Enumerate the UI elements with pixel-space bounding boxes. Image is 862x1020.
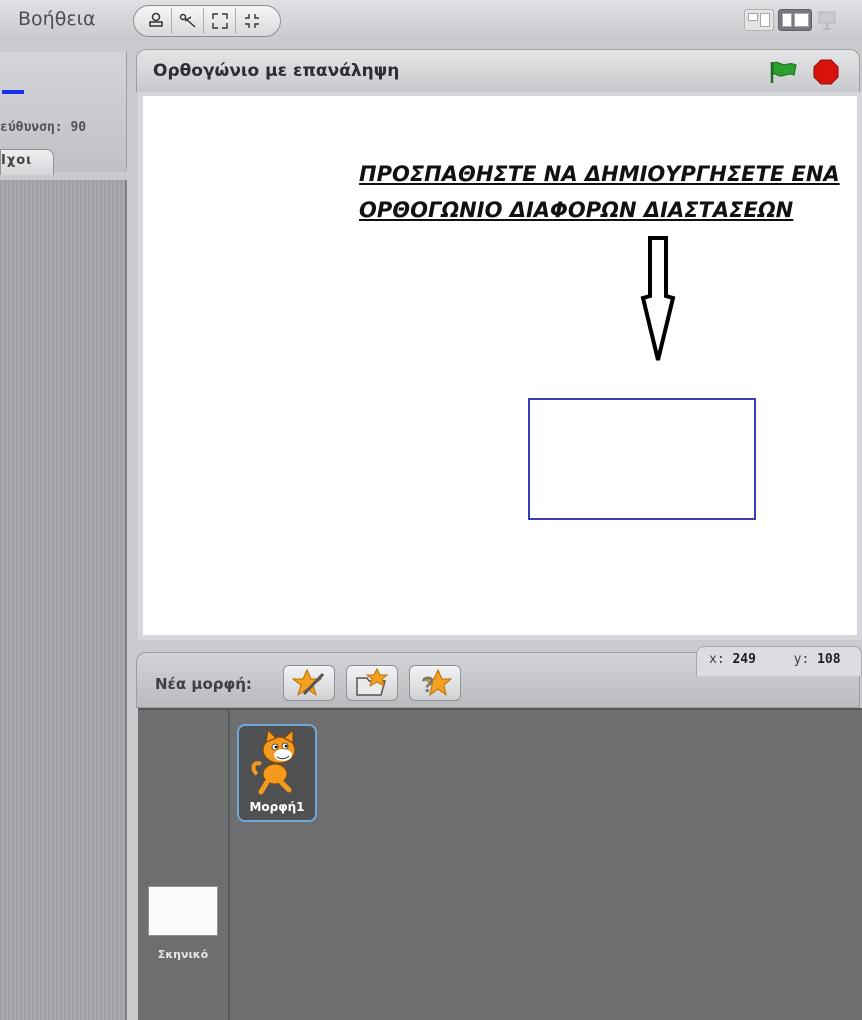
random-sprite-icon[interactable]: ? [409,665,461,701]
stage-thumbnail[interactable] [148,886,218,936]
stage-selector[interactable]: Σκηνικό [138,710,230,1020]
choose-sprite-file-icon[interactable] [346,665,398,701]
scripts-area[interactable] [0,180,127,1020]
shrink-icon[interactable] [236,8,268,34]
normal-stage-icon[interactable] [778,9,812,31]
instruction-line-1: ΠΡΟΣΠΑΘΗΣΤΕ ΝΑ ΔΗΜΙΟΥΡΓΗΣΕΤΕ ΕΝΑ [359,162,840,186]
grow-icon[interactable] [204,8,236,34]
paint-new-sprite-icon[interactable] [283,665,335,701]
stage-canvas[interactable]: ΠΡΟΣΠΑΘΗΣΤΕ ΝΑ ΔΗΜΙΟΥΡΓΗΣΕΤΕ ΕΝΑ ΟΡΘΟΓΩΝ… [138,92,862,640]
sprite-toolbox [133,5,281,37]
pen-color-swatch [2,90,24,94]
stage-header: Ορθογώνιο με επανάληψη [136,49,860,92]
down-arrow-icon [633,236,683,366]
mouse-y-label: y: [793,652,810,667]
new-sprite-label: Νέα μορφή: [155,675,252,693]
instruction-line-2: ΟΡΘΟΓΩΝΙΟ ΔΙΑΦΟΡΩΝ ΔΙΑΣΤΑΣΕΩΝ [359,198,794,222]
sprite-info-panel: εύθυνση: 90 Ιχοι [0,52,127,175]
mouse-x-label: x: [709,652,725,667]
presentation-icon[interactable] [816,9,838,31]
scissors-icon[interactable] [172,8,204,34]
mouse-coordinates: x: 249 y: 108 [696,646,862,676]
direction-readout: εύθυνση: 90 [0,120,87,135]
cat-sprite-icon [249,728,305,796]
small-stage-icon[interactable] [744,9,774,31]
mouse-x-value: 249 [732,652,756,667]
svg-text:?: ? [421,672,434,697]
help-menu[interactable]: Βοήθεια [18,8,96,30]
menu-bar: Βοήθεια [0,0,862,44]
sprite-name: Μορφή1 [249,800,305,814]
project-title: Ορθογώνιο με επανάληψη [153,61,400,81]
sprite-tile[interactable]: Μορφή1 [237,724,317,822]
stamp-icon[interactable] [140,8,172,34]
green-flag-icon[interactable] [768,59,798,85]
stage-label: Σκηνικό [157,948,209,961]
drawn-rectangle [528,398,756,520]
sprite-list: Σκηνικό Μορφή1 [138,708,862,1020]
stop-sign-icon[interactable] [813,59,839,85]
instruction-text: ΠΡΟΣΠΑΘΗΣΤΕ ΝΑ ΔΗΜΙΟΥΡΓΗΣΕΤΕ ΕΝΑ ΟΡΘΟΓΩΝ… [359,156,840,228]
tab-sounds[interactable]: Ιχοι [0,149,54,175]
scratch-window: Βοήθεια εύθυνση: 90 Ιχοι Ορθογώνιο με επ… [0,0,862,1020]
mouse-y-value: 108 [817,652,841,667]
view-mode-buttons [744,9,838,31]
